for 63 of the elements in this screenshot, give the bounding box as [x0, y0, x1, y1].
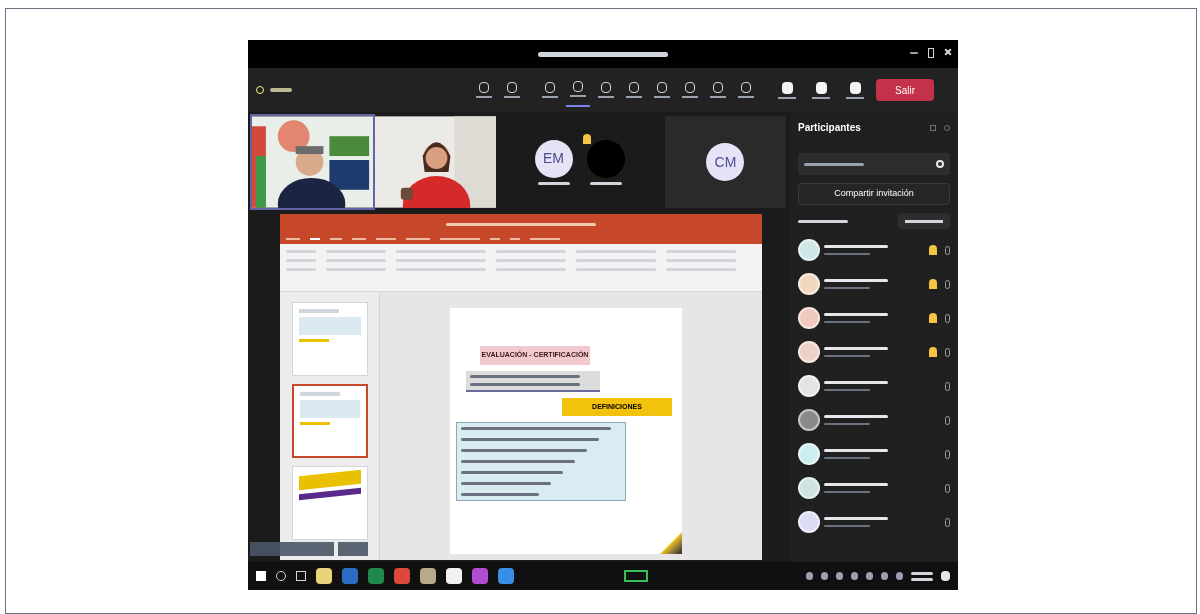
- participant-row[interactable]: [798, 509, 950, 535]
- app-icon[interactable]: [446, 568, 462, 584]
- illegible-text: [326, 268, 386, 271]
- illegible-text: [666, 250, 736, 253]
- illegible-text: [286, 250, 316, 253]
- illegible-text: [824, 279, 888, 282]
- participant-row[interactable]: [798, 271, 950, 297]
- illegible-text: [326, 250, 386, 253]
- close-icon[interactable]: [944, 48, 952, 56]
- illegible-text: [666, 259, 736, 262]
- illegible-text: [496, 259, 566, 262]
- popout-icon[interactable]: [930, 124, 936, 131]
- participant-row[interactable]: [798, 475, 950, 501]
- illegible-text: [824, 245, 888, 248]
- app-icon[interactable]: [498, 568, 514, 584]
- illegible-text: [824, 483, 888, 486]
- participant-row[interactable]: [798, 237, 950, 263]
- search-field[interactable]: [798, 153, 950, 175]
- task-view-icon[interactable]: [296, 571, 306, 581]
- name-label: [338, 542, 368, 556]
- avatar: EM: [534, 139, 573, 178]
- participant-row[interactable]: [798, 407, 950, 433]
- windows-start-icon[interactable]: [256, 571, 266, 581]
- illegible-text: [824, 347, 888, 350]
- illegible-text: [824, 415, 888, 418]
- avatar: CM: [706, 143, 745, 181]
- illegible-text: [911, 577, 933, 581]
- leave-button[interactable]: Salir: [876, 79, 934, 101]
- notification-icon[interactable]: [941, 571, 950, 581]
- participant-row[interactable]: [798, 373, 950, 399]
- participant-row[interactable]: [798, 305, 950, 331]
- maximize-icon[interactable]: [928, 48, 934, 58]
- mute-all-button[interactable]: [898, 213, 950, 229]
- illegible-text: [589, 181, 622, 185]
- illegible-text: [666, 268, 736, 271]
- illegible-text: [286, 268, 316, 271]
- participant-row[interactable]: [798, 339, 950, 365]
- search-icon: [936, 160, 944, 168]
- illegible-text: [496, 250, 566, 253]
- illegible-text: [824, 313, 888, 316]
- illegible-text: [326, 259, 386, 262]
- illegible-text: [824, 449, 888, 452]
- avatar: [586, 139, 625, 178]
- illegible-text: [496, 268, 566, 271]
- illegible-text: [270, 88, 292, 92]
- illegible-text: [286, 259, 316, 262]
- app-icon[interactable]: [394, 568, 410, 584]
- slide-thumbnail[interactable]: [292, 384, 368, 458]
- illegible-text: [537, 181, 570, 185]
- illegible-text: [911, 571, 933, 575]
- app-icon[interactable]: [420, 568, 436, 584]
- app-icon[interactable]: [316, 568, 332, 584]
- share-invite-button[interactable]: Compartir invitación: [798, 183, 950, 205]
- app-icon[interactable]: [368, 568, 384, 584]
- illegible-text: [824, 517, 888, 520]
- illegible-text: [798, 219, 848, 223]
- participant-row[interactable]: [798, 441, 950, 467]
- illegible-text: [804, 162, 864, 166]
- panel-title: Participantes: [798, 121, 861, 135]
- battery-icon: [624, 570, 648, 582]
- app-icon[interactable]: [472, 568, 488, 584]
- app-icon[interactable]: [342, 568, 358, 584]
- illegible-text: [824, 381, 888, 384]
